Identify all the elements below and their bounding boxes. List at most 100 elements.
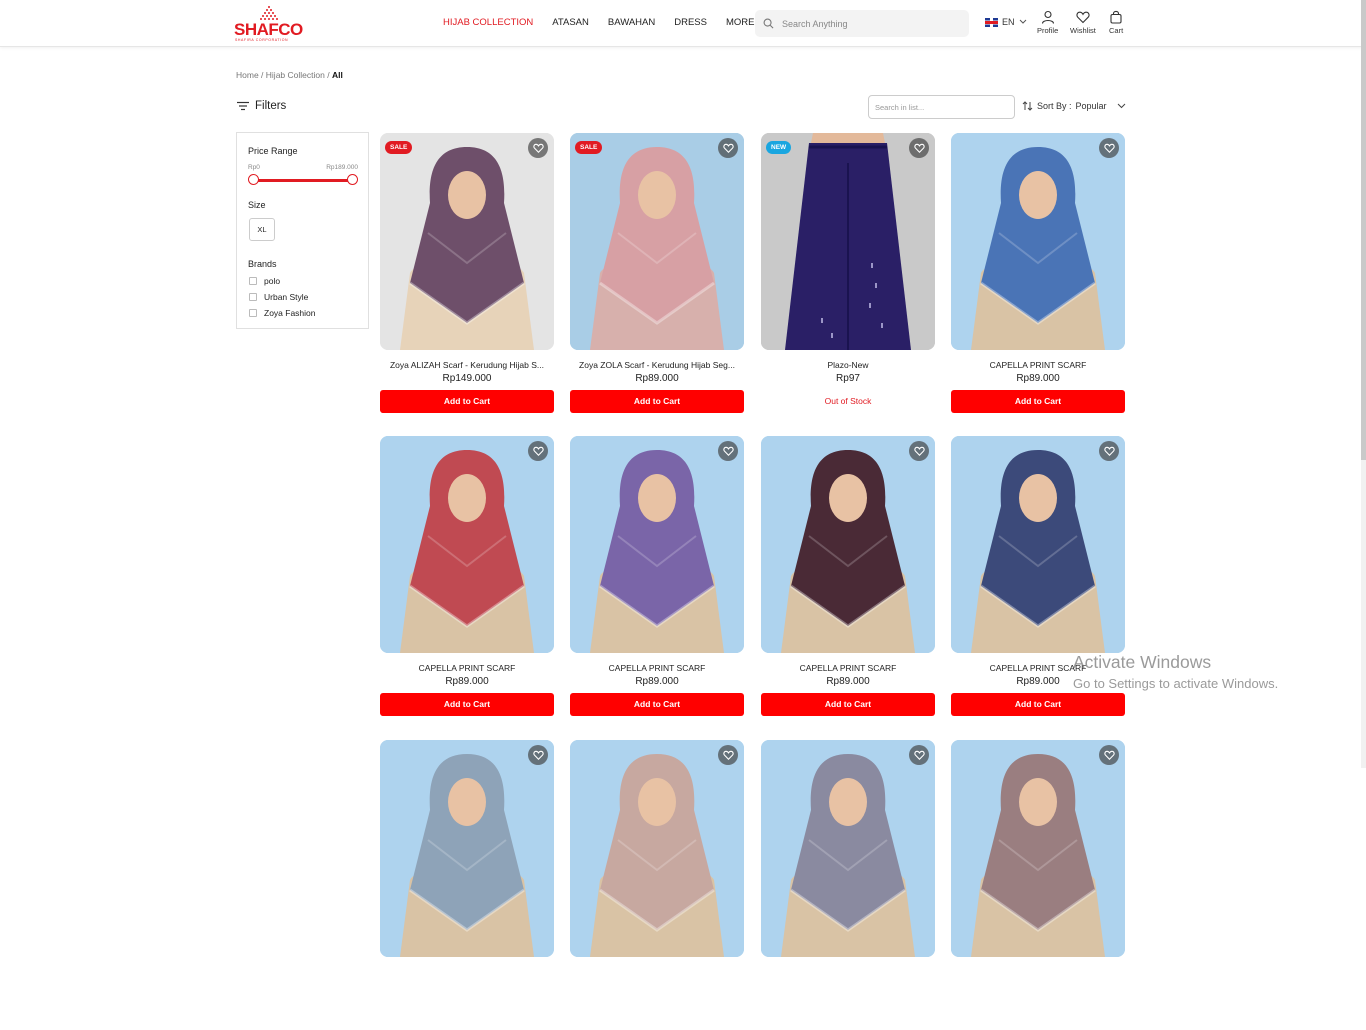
add-to-wishlist-button[interactable]: [1099, 441, 1119, 461]
heart-icon: [1103, 750, 1115, 760]
product-name[interactable]: Zoya ZOLA Scarf - Kerudung Hijab Seg...: [570, 360, 744, 370]
sort-arrows-icon: [1022, 101, 1033, 111]
nav-item-dress[interactable]: DRESS: [674, 17, 707, 28]
list-search: [868, 95, 1015, 119]
product-name[interactable]: CAPELLA PRINT SCARF: [570, 663, 744, 673]
logo-wordmark: SHAFCO: [234, 20, 303, 39]
product-name[interactable]: CAPELLA PRINT SCARF: [380, 663, 554, 673]
heart-icon: [913, 750, 925, 760]
product-image[interactable]: [951, 740, 1125, 957]
product-name[interactable]: CAPELLA PRINT SCARF: [951, 360, 1125, 370]
price-range-label: Price Range: [248, 146, 298, 156]
search-input[interactable]: [782, 15, 962, 32]
product-image[interactable]: [761, 740, 935, 957]
heart-icon: [913, 143, 925, 153]
product-price: Rp97: [836, 373, 860, 384]
brand-label: Urban Style: [264, 292, 309, 302]
product-card[interactable]: [570, 740, 744, 1030]
cart-button[interactable]: Cart: [1109, 10, 1123, 35]
add-to-cart-button[interactable]: Add to Cart: [570, 390, 744, 413]
product-image[interactable]: [951, 436, 1125, 653]
product-name[interactable]: CAPELLA PRINT SCARF: [761, 663, 935, 673]
add-to-wishlist-button[interactable]: [909, 138, 929, 158]
product-card[interactable]: [951, 740, 1125, 1030]
list-search-input[interactable]: [869, 96, 1014, 118]
price-min-value: Rp0: [248, 164, 260, 171]
wishlist-button[interactable]: Wishlist: [1070, 10, 1096, 35]
product-image[interactable]: [570, 740, 744, 957]
nav-item-atasan[interactable]: ATASAN: [552, 17, 589, 28]
add-to-wishlist-button[interactable]: [528, 441, 548, 461]
product-image[interactable]: NEW: [761, 133, 935, 350]
nav-item-bawahan[interactable]: BAWAHAN: [608, 17, 655, 28]
add-to-wishlist-button[interactable]: [528, 138, 548, 158]
breadcrumb: Home / Hijab Collection / All: [236, 70, 343, 80]
scrollbar-thumb[interactable]: [1361, 0, 1366, 460]
nav-item-hijab-collection[interactable]: HIJAB COLLECTION: [443, 17, 533, 28]
product-image[interactable]: SALE: [380, 133, 554, 350]
price-slider-min-handle[interactable]: [248, 174, 259, 185]
product-card[interactable]: CAPELLA PRINT SCARF Rp89.000 Add to Cart: [951, 133, 1125, 423]
product-card[interactable]: SALE Zoya ALIZAH Scarf - Kerudung Hijab S…: [380, 133, 554, 423]
add-to-cart-button[interactable]: Add to Cart: [570, 693, 744, 716]
breadcrumb-separator: /: [258, 70, 266, 80]
heart-icon: [722, 143, 734, 153]
product-card[interactable]: CAPELLA PRINT SCARF Rp89.000 Add to Cart: [380, 436, 554, 726]
add-to-cart-button[interactable]: Add to Cart: [380, 693, 554, 716]
product-image[interactable]: [761, 436, 935, 653]
add-to-wishlist-button[interactable]: [1099, 138, 1119, 158]
nav-item-more[interactable]: MORE: [726, 17, 755, 28]
add-to-cart-button[interactable]: Add to Cart: [951, 693, 1125, 716]
top-navbar: SHAFCO SHAFIRA CORPORATION HIJAB COLLECT…: [0, 0, 1366, 47]
product-image[interactable]: [951, 133, 1125, 350]
checkbox[interactable]: [249, 277, 257, 285]
price-slider-track[interactable]: [253, 179, 352, 182]
product-card[interactable]: CAPELLA PRINT SCARF Rp89.000 Add to Cart: [761, 436, 935, 726]
profile-button[interactable]: Profile: [1037, 10, 1058, 35]
language-selector[interactable]: EN: [985, 17, 1027, 27]
product-image[interactable]: [380, 740, 554, 957]
add-to-cart-button[interactable]: Add to Cart: [761, 693, 935, 716]
size-option-xl[interactable]: XL: [249, 218, 275, 241]
add-to-wishlist-button[interactable]: [718, 138, 738, 158]
out-of-stock-label: Out of Stock: [824, 396, 872, 406]
main-nav: HIJAB COLLECTION ATASAN BAWAHAN DRESS MO…: [443, 17, 773, 28]
add-to-wishlist-button[interactable]: [718, 745, 738, 765]
product-name[interactable]: Plazo-New: [761, 360, 935, 370]
add-to-wishlist-button[interactable]: [1099, 745, 1119, 765]
product-image[interactable]: [570, 436, 744, 653]
brand-option-zoya-fashion[interactable]: Zoya Fashion: [249, 308, 316, 318]
product-card[interactable]: NEW Plazo-New Rp97 Out of Stock: [761, 133, 935, 423]
brand-label: Zoya Fashion: [264, 308, 316, 318]
checkbox[interactable]: [249, 293, 257, 301]
shafco-logo[interactable]: SHAFCO SHAFIRA CORPORATION: [234, 5, 308, 42]
breadcrumb-separator: /: [324, 70, 332, 80]
add-to-cart-button[interactable]: Add to Cart: [380, 390, 554, 413]
sort-dropdown[interactable]: Sort By : Popular: [1022, 101, 1126, 111]
product-card[interactable]: [761, 740, 935, 1030]
price-slider-max-handle[interactable]: [347, 174, 358, 185]
brand-option-urban-style[interactable]: Urban Style: [249, 292, 308, 302]
filters-label: Filters: [255, 100, 287, 112]
product-name[interactable]: Zoya ALIZAH Scarf - Kerudung Hijab S...: [380, 360, 554, 370]
page-scrollbar[interactable]: [1361, 0, 1366, 768]
heart-icon: [532, 750, 544, 760]
sort-value: Popular: [1075, 101, 1107, 111]
price-max-value: Rp189.000: [326, 164, 358, 171]
product-card[interactable]: [380, 740, 554, 1030]
breadcrumb-home[interactable]: Home: [236, 70, 259, 80]
new-badge: NEW: [766, 141, 792, 154]
add-to-wishlist-button[interactable]: [909, 441, 929, 461]
product-card[interactable]: CAPELLA PRINT SCARF Rp89.000 Add to Cart: [570, 436, 744, 726]
brand-option-polo[interactable]: polo: [249, 276, 280, 286]
add-to-cart-button[interactable]: Add to Cart: [951, 390, 1125, 413]
add-to-wishlist-button[interactable]: [528, 745, 548, 765]
filters-toggle[interactable]: Filters: [237, 100, 286, 112]
product-image[interactable]: [380, 436, 554, 653]
add-to-wishlist-button[interactable]: [718, 441, 738, 461]
product-image[interactable]: SALE: [570, 133, 744, 350]
add-to-wishlist-button[interactable]: [909, 745, 929, 765]
breadcrumb-hijab-collection[interactable]: Hijab Collection: [266, 70, 325, 80]
checkbox[interactable]: [249, 309, 257, 317]
product-card[interactable]: SALE Zoya ZOLA Scarf - Kerudung Hijab Seg…: [570, 133, 744, 423]
